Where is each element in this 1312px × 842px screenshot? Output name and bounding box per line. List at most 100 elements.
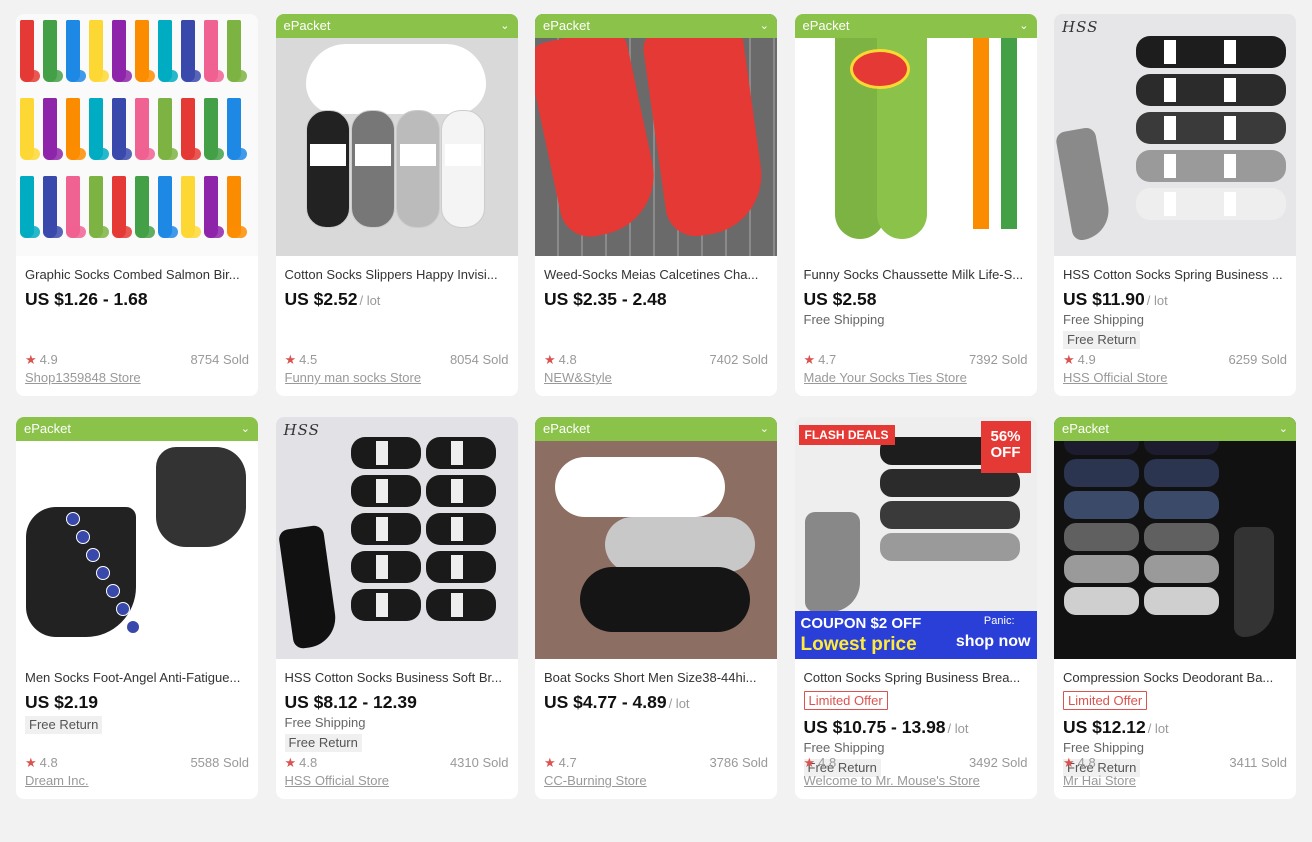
store-link[interactable]: HSS Official Store — [285, 772, 509, 789]
hss-logo: HSS — [1062, 18, 1099, 36]
star-icon: ★ — [25, 352, 37, 367]
product-info: Funny Socks Chaussette Milk Life-S... US … — [795, 256, 1037, 329]
epacket-badge: ePacket ⌄ — [794, 14, 1037, 38]
product-image[interactable] — [16, 14, 258, 256]
product-title[interactable]: HSS Cotton Socks Business Soft Br... — [285, 669, 509, 687]
product-image[interactable]: ePacket ⌄ — [794, 14, 1037, 256]
product-image[interactable]: FLASH DEALS 56% OFF COUPON $2 OFF Panic: Lowe… — [794, 417, 1037, 659]
epacket-badge: ePacket ⌄ — [275, 14, 518, 38]
rating-value: 4.9 — [39, 352, 58, 367]
rating-row: ★ 4.8 5588 Sold — [25, 754, 249, 771]
star-icon: ★ — [544, 352, 556, 367]
product-card[interactable]: ePacket ⌄ Cotton Socks Slippers Happy Invi… — [275, 14, 518, 396]
store-link[interactable]: Dream Inc. — [25, 772, 249, 789]
chevron-down-icon[interactable]: ⌄ — [1019, 14, 1028, 38]
rating-value: 4.7 — [818, 352, 837, 367]
product-image[interactable]: ePacket ⌄ — [16, 417, 258, 659]
product-card[interactable]: ePacket ⌄ Funny Socks Chaussette Milk Life… — [794, 14, 1037, 396]
product-price: US $10.75 - 13.98 — [803, 717, 946, 737]
product-card[interactable]: ePacket ⌄ Compression Socks Deodorant Ba..… — [1054, 417, 1296, 799]
product-price: US $1.26 - 1.68 — [25, 289, 148, 309]
product-card[interactable]: HSS HSS Cotton Socks Spring Business ... U… — [1054, 14, 1296, 396]
rating: ★ 4.8 — [285, 754, 318, 771]
coupon-banner: COUPON $2 OFF Panic: Lowest price shop now — [794, 611, 1037, 659]
sold-count: 6259 Sold — [1228, 352, 1287, 367]
product-title[interactable]: Cotton Socks Slippers Happy Invisi... — [285, 266, 509, 284]
sold-count: 3411 Sold — [1229, 755, 1287, 770]
free-return-badge: Free Return — [1063, 331, 1141, 349]
product-title[interactable]: Men Socks Foot-Angel Anti-Fatigue... — [25, 669, 249, 687]
product-title[interactable]: Compression Socks Deodorant Ba... — [1063, 669, 1287, 687]
sold-count: 8754 Sold — [190, 352, 249, 367]
star-icon: ★ — [25, 755, 37, 770]
discount-badge: 56% OFF — [980, 421, 1031, 473]
sold-count: 7402 Sold — [709, 352, 768, 367]
store-link[interactable]: Welcome to Mr. Mouse's Store — [804, 772, 1028, 789]
product-info: Men Socks Foot-Angel Anti-Fatigue... US $… — [16, 659, 258, 734]
price-unit: / lot — [1146, 293, 1168, 308]
product-info: Graphic Socks Combed Salmon Bir... US $1.… — [16, 256, 258, 311]
chevron-down-icon[interactable]: ⌄ — [500, 14, 509, 38]
rating: ★ 4.8 — [1063, 754, 1096, 771]
store-link[interactable]: Shop1359848 Store — [25, 369, 249, 386]
rating-value: 4.8 — [1077, 755, 1096, 770]
product-card[interactable]: ePacket ⌄ Boat Socks Short Men Size38-44hi… — [535, 417, 777, 799]
rating: ★ 4.8 — [804, 754, 837, 771]
product-title[interactable]: HSS Cotton Socks Spring Business ... — [1063, 266, 1287, 284]
rating: ★ 4.9 — [25, 351, 58, 368]
store-link[interactable]: HSS Official Store — [1063, 369, 1287, 386]
epacket-badge: ePacket ⌄ — [16, 417, 258, 441]
hss-logo: HSS — [283, 421, 320, 439]
product-image[interactable]: HSS — [275, 417, 518, 659]
product-image[interactable]: ePacket ⌄ — [275, 14, 518, 256]
product-title[interactable]: Funny Socks Chaussette Milk Life-S... — [804, 266, 1028, 284]
product-price: US $2.52 — [284, 289, 358, 309]
store-link[interactable]: CC-Burning Store — [544, 772, 768, 789]
limited-offer-badge: Limited Offer — [803, 691, 888, 710]
price-unit: / lot — [947, 721, 969, 736]
epacket-label: ePacket — [1062, 421, 1109, 436]
rating-row: ★ 4.5 8054 Sold — [285, 351, 509, 368]
rating: ★ 4.9 — [1063, 351, 1096, 368]
store-link[interactable]: Made Your Socks Ties Store — [804, 369, 1028, 386]
epacket-badge: ePacket ⌄ — [1054, 417, 1296, 441]
free-shipping-label: Free Shipping — [284, 715, 366, 730]
product-image[interactable]: HSS — [1054, 14, 1296, 256]
free-return-badge: Free Return — [284, 734, 362, 752]
product-image-art: FLASH DEALS 56% OFF COUPON $2 OFF Panic: Lowe… — [794, 417, 1037, 659]
product-image[interactable]: ePacket ⌄ — [535, 417, 777, 659]
free-shipping-label: Free Shipping — [1063, 312, 1144, 327]
product-card[interactable]: ePacket ⌄ Weed-Socks Meias Calcetines Cha.… — [535, 14, 777, 396]
store-link[interactable]: NEW&Style — [544, 369, 768, 386]
rating-value: 4.7 — [558, 755, 577, 770]
product-image-art — [794, 14, 1037, 256]
product-image-art — [275, 14, 518, 256]
product-card[interactable]: ePacket ⌄ Men Socks Foot-Angel Anti-Fatigu… — [16, 417, 258, 799]
product-image[interactable]: ePacket ⌄ — [1054, 417, 1296, 659]
free-return-badge: Free Return — [25, 716, 103, 734]
product-image[interactable]: ePacket ⌄ — [535, 14, 777, 256]
product-title[interactable]: Boat Socks Short Men Size38-44hi... — [544, 669, 768, 687]
rating-row: ★ 4.8 3411 Sold — [1063, 754, 1287, 771]
product-title[interactable]: Cotton Socks Spring Business Brea... — [804, 669, 1028, 687]
product-card[interactable]: FLASH DEALS 56% OFF COUPON $2 OFF Panic: Lowe… — [794, 417, 1037, 799]
product-price: US $12.12 — [1063, 717, 1146, 737]
star-icon: ★ — [284, 352, 297, 367]
chevron-down-icon[interactable]: ⌄ — [241, 417, 250, 441]
product-card[interactable]: Graphic Socks Combed Salmon Bir... US $1.… — [16, 14, 258, 396]
product-info: Cotton Socks Slippers Happy Invisi... US … — [276, 256, 518, 311]
chevron-down-icon[interactable]: ⌄ — [760, 14, 769, 38]
product-image-art — [16, 14, 258, 256]
chevron-down-icon[interactable]: ⌄ — [760, 417, 769, 441]
store-link[interactable]: Mr Hai Store — [1063, 772, 1287, 789]
store-link[interactable]: Funny man socks Store — [285, 369, 509, 386]
product-title[interactable]: Graphic Socks Combed Salmon Bir... — [25, 266, 249, 284]
chevron-down-icon[interactable]: ⌄ — [1279, 417, 1288, 441]
product-card[interactable]: HSS HSS Cotton Socks Business Soft Br... U… — [275, 417, 518, 799]
epacket-label: ePacket — [24, 421, 71, 436]
product-title[interactable]: Weed-Socks Meias Calcetines Cha... — [544, 266, 768, 284]
epacket-label: ePacket — [543, 18, 590, 33]
product-info: HSS Cotton Socks Spring Business ... US $… — [1054, 256, 1296, 349]
price-unit: / lot — [359, 293, 381, 308]
rating-value: 4.8 — [299, 755, 318, 770]
